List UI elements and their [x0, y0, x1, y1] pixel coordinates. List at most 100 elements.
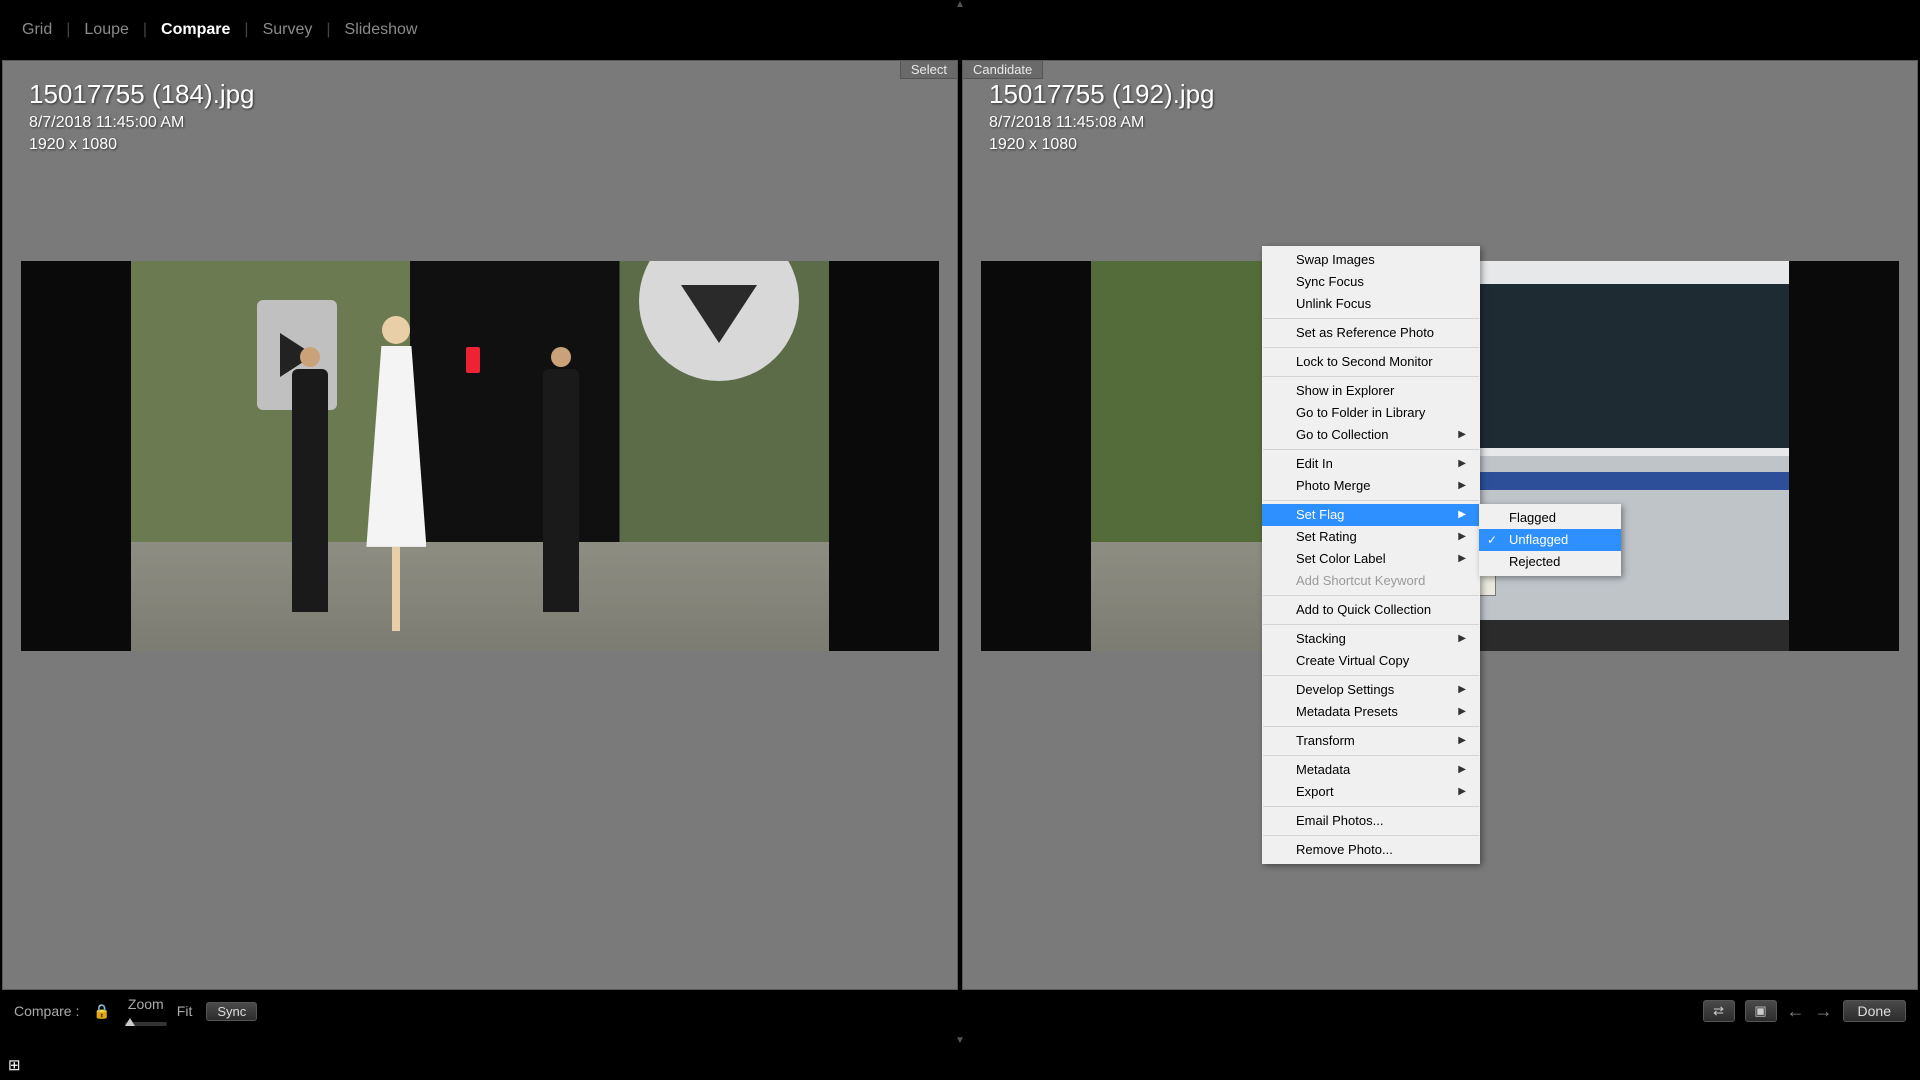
context-menu[interactable]: Swap ImagesSync FocusUnlink Focus Set as … — [1262, 246, 1480, 864]
menu-item-label: Lock to Second Monitor — [1296, 354, 1433, 370]
letterbox-right — [1789, 261, 1899, 651]
menu-separator — [1263, 624, 1479, 625]
compare-label: Compare : — [14, 1003, 79, 1019]
select-icon: ▣ — [1754, 1003, 1766, 1019]
menu-item[interactable]: Add to Quick Collection — [1262, 599, 1480, 621]
menu-item-label: Set as Reference Photo — [1296, 325, 1434, 341]
menu-item[interactable]: Remove Photo... — [1262, 839, 1480, 861]
menu-item: Add Shortcut Keyword — [1262, 570, 1480, 592]
view-mode-loupe[interactable]: Loupe — [80, 21, 133, 39]
menu-item[interactable]: Develop Settings ▶ — [1262, 679, 1480, 701]
slider-thumb[interactable] — [125, 1018, 135, 1026]
select-dimensions: 1920 x 1080 — [29, 134, 255, 156]
menu-item[interactable]: Show in Explorer — [1262, 380, 1480, 402]
view-mode-grid[interactable]: Grid — [18, 21, 56, 39]
menu-separator — [1263, 835, 1479, 836]
menu-item[interactable]: Photo Merge▶ — [1262, 475, 1480, 497]
letterbox-left — [21, 261, 131, 651]
menu-item[interactable]: Export ▶ — [1262, 781, 1480, 803]
menu-item-label: Stacking — [1296, 631, 1346, 647]
bottom-toolbar: Compare : 🔒 Zoom Fit Sync ⇄ ▣ ← → Done — [0, 995, 1920, 1027]
chevron-right-icon: ▶ — [1458, 631, 1466, 647]
menu-item[interactable]: Go to Folder in Library — [1262, 402, 1480, 424]
separator: | — [316, 21, 340, 39]
prev-arrow-icon[interactable]: ← — [1787, 1001, 1805, 1022]
menu-item[interactable]: Set Rating▶ — [1262, 526, 1480, 548]
view-mode-survey[interactable]: Survey — [259, 21, 317, 39]
letterbox-right — [829, 261, 939, 651]
menu-item[interactable]: Metadata Presets▶ — [1262, 701, 1480, 723]
menu-item[interactable]: Swap Images — [1262, 249, 1480, 271]
menu-item[interactable]: Unlink Focus — [1262, 293, 1480, 315]
windows-taskbar[interactable]: ⊞ — [0, 1050, 1920, 1080]
make-select-button[interactable]: ▣ — [1745, 1000, 1777, 1022]
menu-item[interactable]: Set as Reference Photo — [1262, 322, 1480, 344]
submenu-label: Unflagged — [1509, 532, 1568, 547]
menu-item-label: Edit In — [1296, 456, 1333, 472]
menu-separator — [1263, 376, 1479, 377]
menu-item-label: Export — [1296, 784, 1334, 800]
select-pane[interactable]: Select 15017755 (184).jpg 8/7/2018 11:45… — [2, 60, 958, 990]
menu-item[interactable]: Stacking ▶ — [1262, 628, 1480, 650]
chevron-right-icon: ▶ — [1458, 682, 1466, 698]
select-photo[interactable] — [21, 261, 939, 651]
menu-item-label: Create Virtual Copy — [1296, 653, 1409, 669]
chevron-right-icon: ▶ — [1458, 507, 1466, 523]
check-icon: ✓ — [1487, 532, 1497, 548]
view-mode-bar: Grid | Loupe | Compare | Survey | Slides… — [0, 14, 1920, 46]
chevron-right-icon: ▶ — [1458, 733, 1466, 749]
menu-item-label: Develop Settings — [1296, 682, 1394, 698]
fit-label[interactable]: Fit — [177, 1003, 193, 1019]
menu-separator — [1263, 806, 1479, 807]
menu-item-label: Set Color Label — [1296, 551, 1386, 567]
menu-item-label: Show in Explorer — [1296, 383, 1394, 399]
bottom-panel-collapse-handle[interactable]: ▼ — [0, 1035, 1920, 1049]
view-mode-slideshow[interactable]: Slideshow — [341, 21, 422, 39]
sync-button[interactable]: Sync — [206, 1002, 257, 1021]
separator: | — [234, 21, 258, 39]
menu-item[interactable]: Set Color Label▶ — [1262, 548, 1480, 570]
top-panel-collapse-handle[interactable]: ▲ — [0, 0, 1920, 14]
submenu-rejected[interactable]: Rejected — [1479, 551, 1621, 573]
candidate-filename: 15017755 (192).jpg — [989, 79, 1215, 110]
menu-item[interactable]: Edit In ▶ — [1262, 453, 1480, 475]
swap-icon: ⇄ — [1713, 1003, 1724, 1019]
menu-item[interactable]: Metadata ▶ — [1262, 759, 1480, 781]
menu-separator — [1263, 755, 1479, 756]
windows-start-icon[interactable]: ⊞ — [8, 1056, 21, 1074]
menu-item-label: Set Flag — [1296, 507, 1344, 523]
zoom-slider[interactable] — [125, 1022, 167, 1026]
chevron-right-icon: ▶ — [1458, 456, 1466, 472]
next-arrow-icon[interactable]: → — [1815, 1001, 1833, 1022]
select-tag: Select — [900, 61, 957, 79]
chevron-right-icon: ▶ — [1458, 762, 1466, 778]
menu-item[interactable]: Transform▶ — [1262, 730, 1480, 752]
set-flag-submenu[interactable]: Flagged ✓ Unflagged Rejected — [1479, 504, 1621, 576]
menu-item[interactable]: Create Virtual Copy — [1262, 650, 1480, 672]
view-mode-compare[interactable]: Compare — [157, 21, 234, 39]
candidate-tag: Candidate — [963, 61, 1043, 79]
menu-item[interactable]: Set Flag ▶ — [1262, 504, 1480, 526]
menu-separator — [1263, 500, 1479, 501]
menu-item[interactable]: Email Photos... — [1262, 810, 1480, 832]
menu-item-label: Add Shortcut Keyword — [1296, 573, 1425, 589]
submenu-unflagged[interactable]: ✓ Unflagged — [1479, 529, 1621, 551]
select-filename: 15017755 (184).jpg — [29, 79, 255, 110]
menu-item-label: Metadata — [1296, 762, 1350, 778]
swap-button[interactable]: ⇄ — [1703, 1000, 1735, 1022]
menu-item-label: Add to Quick Collection — [1296, 602, 1431, 618]
lock-icon[interactable]: 🔒 — [93, 1003, 110, 1020]
figure-man-left — [285, 347, 335, 651]
select-datetime: 8/7/2018 11:45:00 AM — [29, 112, 255, 134]
letterbox-left — [981, 261, 1091, 651]
candidate-info-overlay: 15017755 (192).jpg 8/7/2018 11:45:08 AM … — [989, 79, 1215, 156]
chevron-right-icon: ▶ — [1458, 784, 1466, 800]
down-arrow-sign — [639, 261, 799, 381]
figure-man-right — [536, 347, 586, 651]
menu-item[interactable]: Sync Focus — [1262, 271, 1480, 293]
menu-item[interactable]: Lock to Second Monitor — [1262, 351, 1480, 373]
done-button[interactable]: Done — [1843, 1000, 1906, 1022]
menu-item[interactable]: Go to Collection▶ — [1262, 424, 1480, 446]
separator: | — [133, 21, 157, 39]
submenu-flagged[interactable]: Flagged — [1479, 507, 1621, 529]
